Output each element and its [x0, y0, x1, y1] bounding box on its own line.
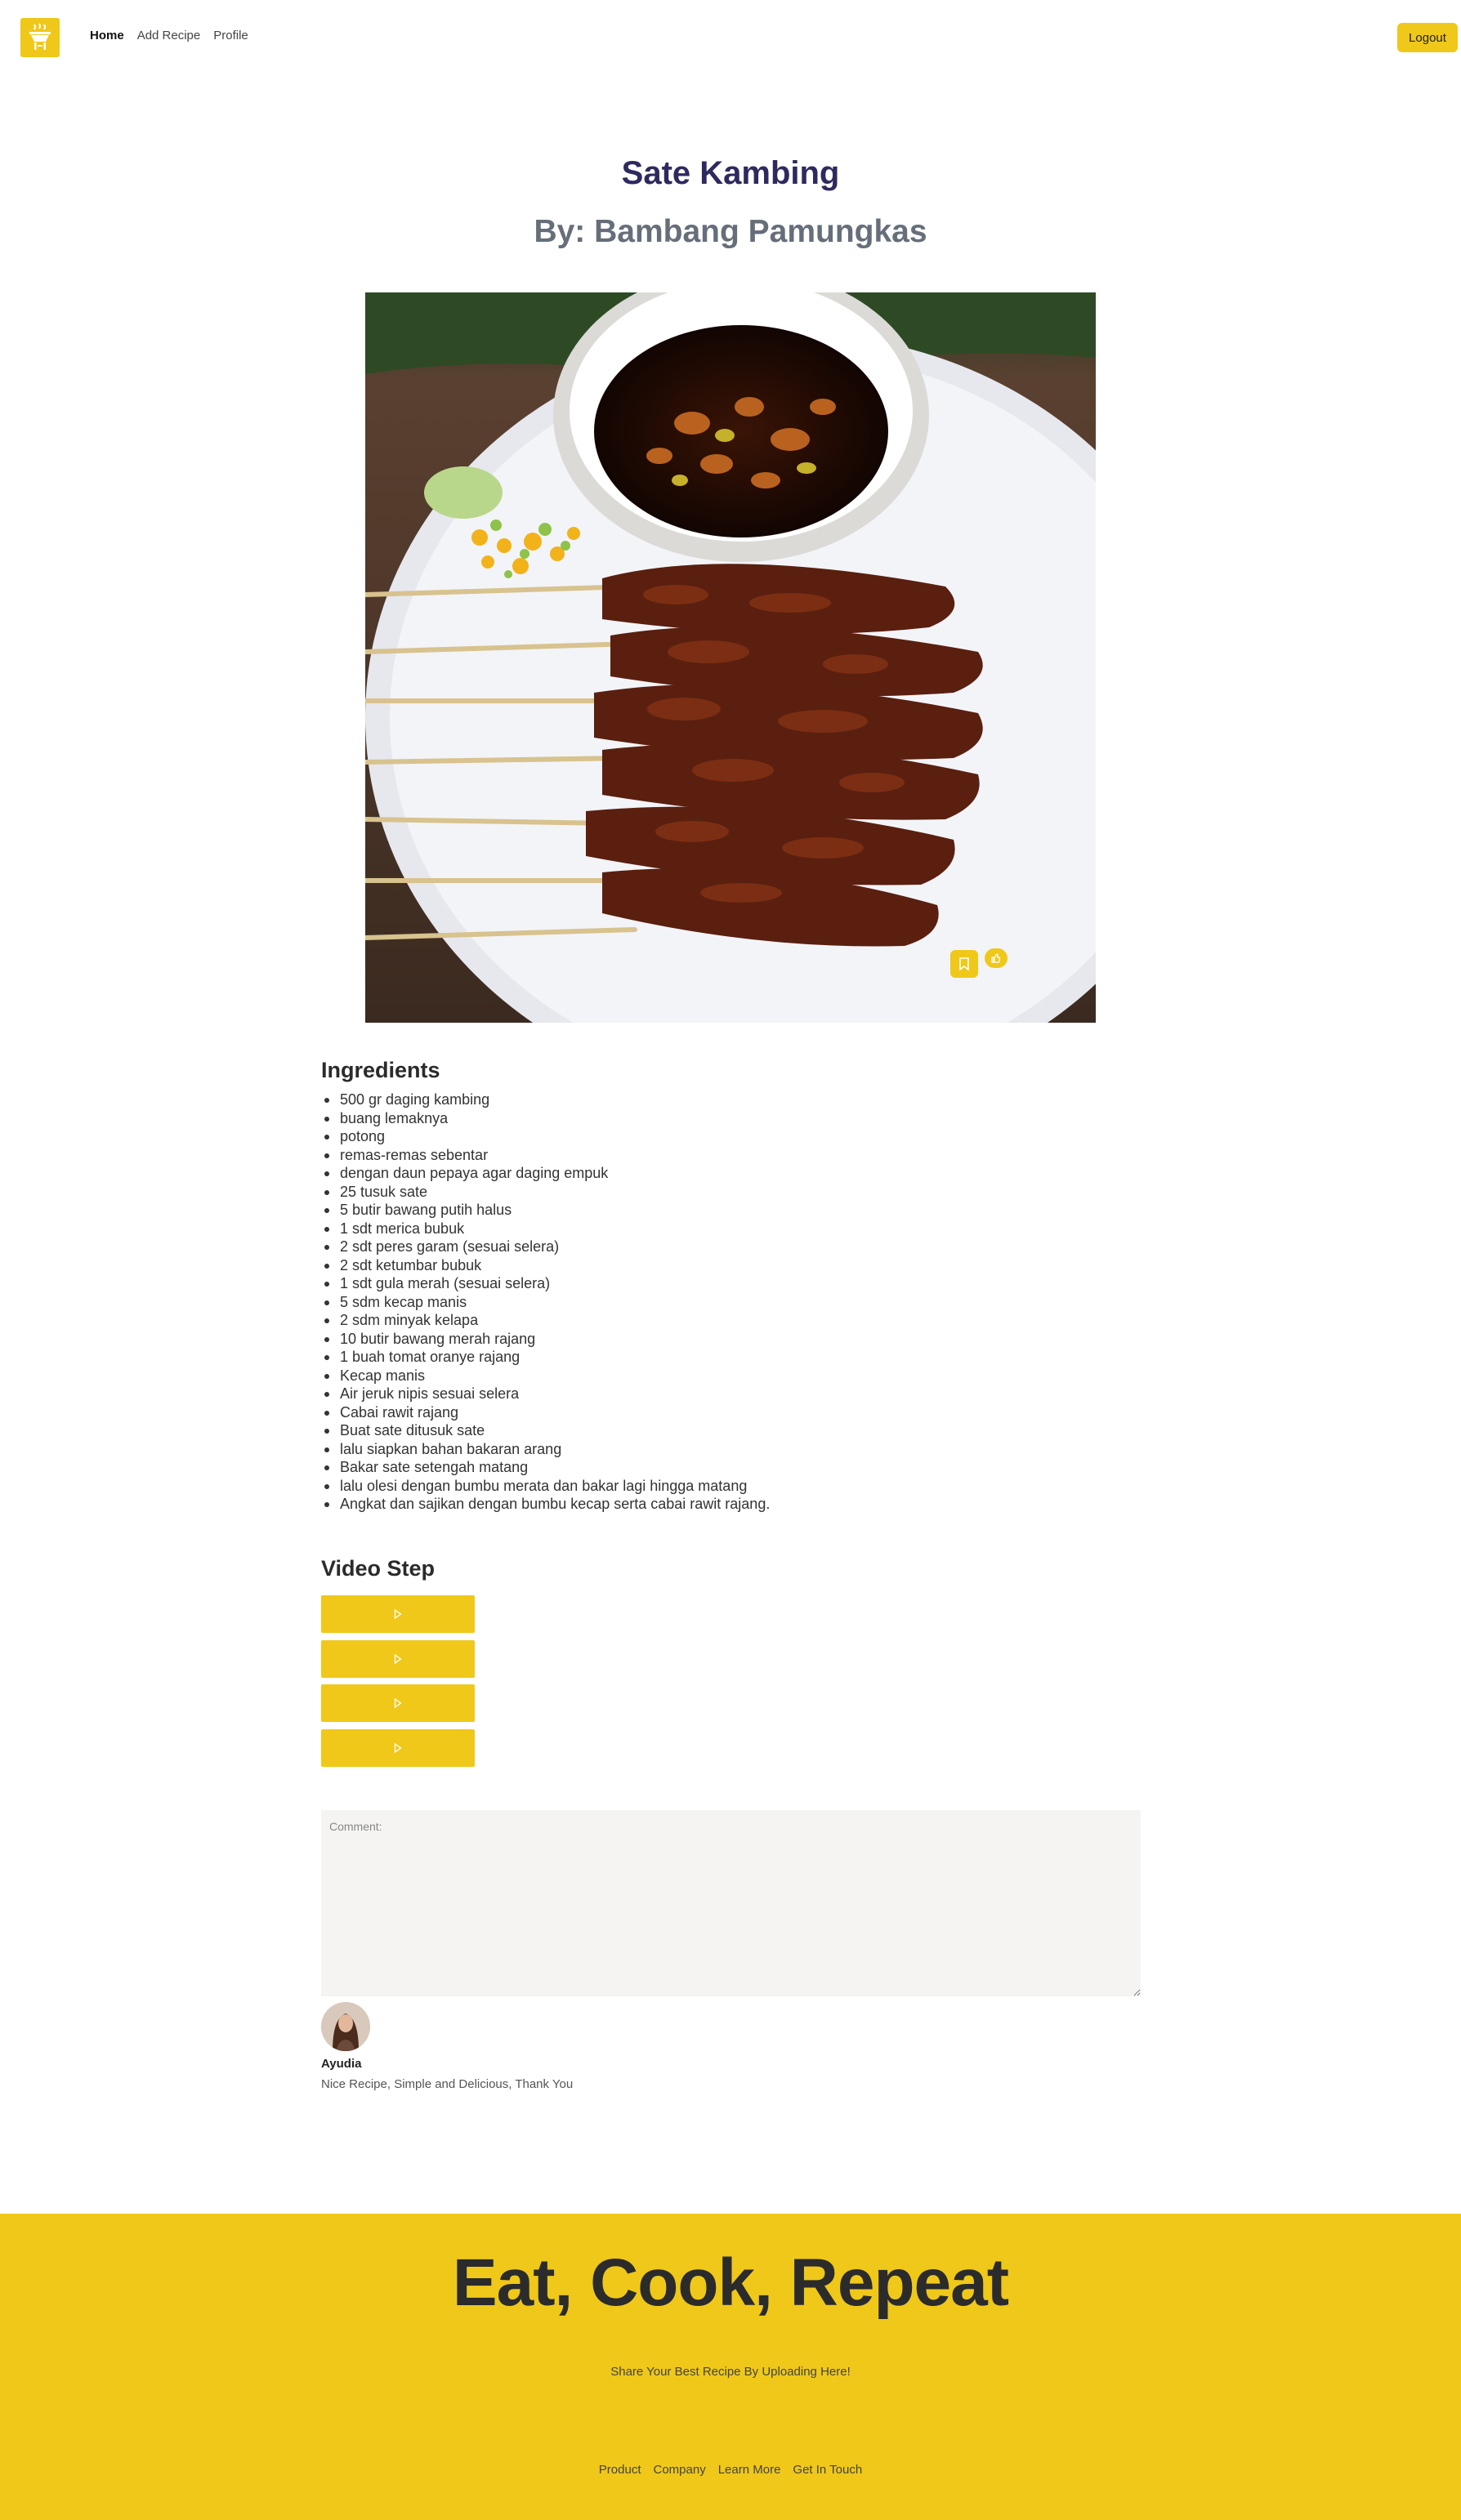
- video-step-button[interactable]: [321, 1639, 475, 1678]
- ingredient-item: 10 butir bawang merah rajang: [321, 1330, 1138, 1349]
- like-button[interactable]: [985, 948, 1008, 968]
- ingredient-item: 2 sdt ketumbar bubuk: [321, 1256, 1138, 1275]
- ingredient-item: 25 tusuk sate: [321, 1183, 1138, 1202]
- ingredient-item: lalu siapkan bahan bakaran arang: [321, 1440, 1138, 1459]
- commenter-name: Ayudia: [321, 2057, 362, 2071]
- nav-links: Home Add Recipe Profile: [90, 29, 248, 42]
- ingredient-item: Bakar sate setengah matang: [321, 1458, 1138, 1477]
- comment-text: Nice Recipe, Simple and Delicious, Thank…: [321, 2077, 574, 2091]
- ingredient-item: 5 butir bawang putih halus: [321, 1201, 1138, 1220]
- ingredient-item: 5 sdm kecap manis: [321, 1293, 1138, 1312]
- ingredient-item: Buat sate ditusuk sate: [321, 1421, 1138, 1440]
- video-step-button[interactable]: [321, 1684, 475, 1723]
- logout-button[interactable]: Logout: [1397, 23, 1458, 52]
- video-step-button[interactable]: [321, 1729, 475, 1768]
- nav-add-recipe-link[interactable]: Add Recipe: [137, 29, 201, 42]
- ingredient-item: potong: [321, 1127, 1138, 1146]
- ingredient-item: remas-remas sebentar: [321, 1146, 1138, 1165]
- ingredient-item: Air jeruk nipis sesuai selera: [321, 1385, 1138, 1403]
- play-icon: [394, 1653, 402, 1664]
- ingredient-item: lalu olesi dengan bumbu merata dan bakar…: [321, 1477, 1138, 1496]
- top-navbar: Home Add Recipe Profile Logout: [0, 0, 1461, 75]
- ingredient-item: Cabai rawit rajang: [321, 1403, 1138, 1422]
- play-icon: [394, 1698, 402, 1709]
- ingredient-item: Angkat dan sajikan dengan bumbu kecap se…: [321, 1495, 1138, 1514]
- recipe-author: By: Bambang Pamungkas: [534, 214, 927, 249]
- footer: Eat, Cook, Repeat Share Your Best Recipe…: [0, 2214, 1461, 2520]
- video-step-heading: Video Step: [321, 1556, 436, 1581]
- footer-title: Eat, Cook, Repeat: [452, 2246, 1009, 2320]
- recipe-title: Sate Kambing: [621, 155, 840, 191]
- ingredient-item: 1 buah tomat oranye rajang: [321, 1348, 1138, 1367]
- footer-link-product[interactable]: Product: [599, 2463, 641, 2477]
- ingredient-item: 500 gr daging kambing: [321, 1091, 1138, 1109]
- ingredient-item: 2 sdt peres garam (sesuai selera): [321, 1238, 1138, 1256]
- footer-link-learn-more[interactable]: Learn More: [718, 2463, 781, 2477]
- sate-kambing-illustration: [365, 292, 1096, 1023]
- comment-input[interactable]: [321, 1810, 1141, 1996]
- ingredients-list: 500 gr daging kambing buang lemaknya pot…: [321, 1091, 1138, 1514]
- ingredient-item: Kecap manis: [321, 1367, 1138, 1385]
- ingredient-item: 1 sdt merica bubuk: [321, 1220, 1138, 1238]
- photo-actions: [950, 948, 1008, 978]
- recipe-photo: [365, 292, 1096, 1023]
- bookmark-button[interactable]: [950, 950, 978, 978]
- chef-grill-icon: [29, 23, 51, 50]
- footer-link-company[interactable]: Company: [654, 2463, 706, 2477]
- footer-tagline: Share Your Best Recipe By Uploading Here…: [610, 2365, 851, 2379]
- app-logo[interactable]: [20, 18, 60, 57]
- ingredient-item: 2 sdm minyak kelapa: [321, 1311, 1138, 1330]
- footer-link-get-in-touch[interactable]: Get In Touch: [793, 2463, 862, 2477]
- thumbs-up-icon: [991, 953, 1001, 963]
- play-icon: [394, 1743, 402, 1754]
- nav-profile-link[interactable]: Profile: [213, 29, 248, 42]
- ingredient-item: 1 sdt gula merah (sesuai selera): [321, 1274, 1138, 1293]
- video-step-button[interactable]: [321, 1595, 475, 1633]
- footer-links: Product Company Learn More Get In Touch: [0, 2463, 1461, 2477]
- play-icon: [394, 1609, 402, 1619]
- video-step-list: [321, 1595, 475, 1774]
- nav-home-link[interactable]: Home: [90, 29, 124, 42]
- ingredient-item: dengan daun pepaya agar daging empuk: [321, 1164, 1138, 1183]
- bookmark-icon: [959, 957, 969, 970]
- ingredients-heading: Ingredients: [321, 1058, 440, 1082]
- ingredient-item: buang lemaknya: [321, 1109, 1138, 1128]
- commenter-avatar: [321, 2002, 370, 2051]
